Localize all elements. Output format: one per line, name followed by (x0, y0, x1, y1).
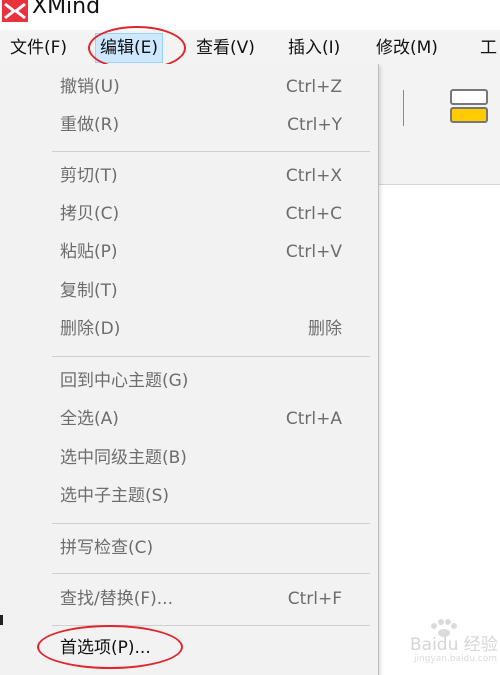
menu-item-shortcut: Ctrl+Y (287, 115, 342, 135)
menu-item-select-siblings[interactable]: 选中同级主题(B) (52, 441, 370, 475)
menu-separator (52, 356, 370, 357)
menu-item-label: 首选项(P)... (60, 638, 151, 658)
menu-item-label: 删除(D) (60, 319, 121, 339)
menu-separator (52, 151, 370, 152)
menu-item-label: 复制(T) (60, 281, 118, 301)
menu-item-spell-check[interactable]: 拼写检查(C) (52, 531, 370, 565)
menu-item-select-children[interactable]: 选中子主题(S) (52, 479, 370, 513)
watermark-url: jingyan.baidu.com (414, 654, 498, 664)
menu-bar: 文件(F) 编辑(E) 查看(V) 插入(I) 修改(M) 工 (0, 30, 500, 67)
topic-layout-icon[interactable] (448, 86, 490, 128)
mindmap-canvas[interactable] (378, 185, 500, 675)
window-title: XMind (32, 0, 101, 19)
menu-item-find-replace[interactable]: 查找/替换(F)... Ctrl+F (52, 582, 370, 616)
menu-item-shortcut: Ctrl+A (285, 409, 342, 429)
edit-dropdown-menu: 撤销(U) Ctrl+Z 重做(R) Ctrl+Y 剪切(T) Ctrl+X 拷… (0, 64, 379, 675)
toolbar (378, 66, 500, 185)
menu-separator (52, 573, 370, 574)
menu-separator (52, 523, 370, 524)
menu-item-copy[interactable]: 拷贝(C) Ctrl+C (52, 197, 370, 231)
menu-item-duplicate[interactable]: 复制(T) (52, 274, 370, 308)
menu-item-shortcut: Ctrl+F (287, 589, 342, 609)
menu-item-label: 拼写检查(C) (60, 538, 154, 558)
menu-item-label: 选中同级主题(B) (60, 448, 187, 468)
menu-item-label: 拷贝(C) (60, 204, 120, 224)
menu-modify[interactable]: 修改(M) (372, 34, 442, 62)
toolbar-separator (403, 90, 404, 126)
menu-item-shortcut: Ctrl+Z (285, 77, 342, 97)
menu-item-label: 查找/替换(F)... (60, 589, 173, 609)
menu-item-redo[interactable]: 重做(R) Ctrl+Y (52, 108, 370, 142)
title-bar: XMind (0, 0, 500, 30)
menu-item-label: 选中子主题(S) (60, 486, 170, 506)
menu-item-paste[interactable]: 粘贴(P) Ctrl+V (52, 235, 370, 269)
menu-separator (52, 625, 370, 626)
menu-view[interactable]: 查看(V) (192, 34, 259, 62)
menu-item-label: 粘贴(P) (60, 242, 118, 262)
menu-item-shortcut: Ctrl+V (285, 242, 342, 262)
menu-item-cut[interactable]: 剪切(T) Ctrl+X (52, 159, 370, 193)
menu-item-delete[interactable]: 删除(D) 删除 (52, 312, 370, 346)
menu-insert[interactable]: 插入(I) (284, 34, 344, 62)
baidu-watermark: Baidu 经验 jingyan.baidu.com (398, 618, 498, 670)
menu-item-label: 回到中心主题(G) (60, 371, 189, 391)
menu-item-label: 全选(A) (60, 409, 119, 429)
menu-item-back-to-central[interactable]: 回到中心主题(G) (52, 364, 370, 398)
menu-item-shortcut: Ctrl+C (285, 204, 342, 224)
menu-item-label: 撤销(U) (60, 77, 120, 97)
menu-item-label: 剪切(T) (60, 166, 118, 186)
menu-icon-gutter (0, 64, 50, 675)
watermark-text: Baidu 经验 (410, 635, 498, 655)
menu-tools-partial[interactable]: 工 (476, 34, 500, 62)
menu-file[interactable]: 文件(F) (6, 34, 71, 62)
menu-item-label: 重做(R) (60, 115, 120, 135)
menu-item-undo[interactable]: 撤销(U) Ctrl+Z (52, 70, 370, 104)
edge-artifact (0, 615, 3, 625)
menu-item-preferences[interactable]: 首选项(P)... (52, 631, 370, 665)
menu-item-shortcut: 删除 (308, 319, 342, 339)
xmind-logo-icon (2, 0, 28, 22)
menu-item-select-all[interactable]: 全选(A) Ctrl+A (52, 402, 370, 436)
menu-item-shortcut: Ctrl+X (285, 166, 342, 186)
menu-edit[interactable]: 编辑(E) (95, 33, 164, 63)
